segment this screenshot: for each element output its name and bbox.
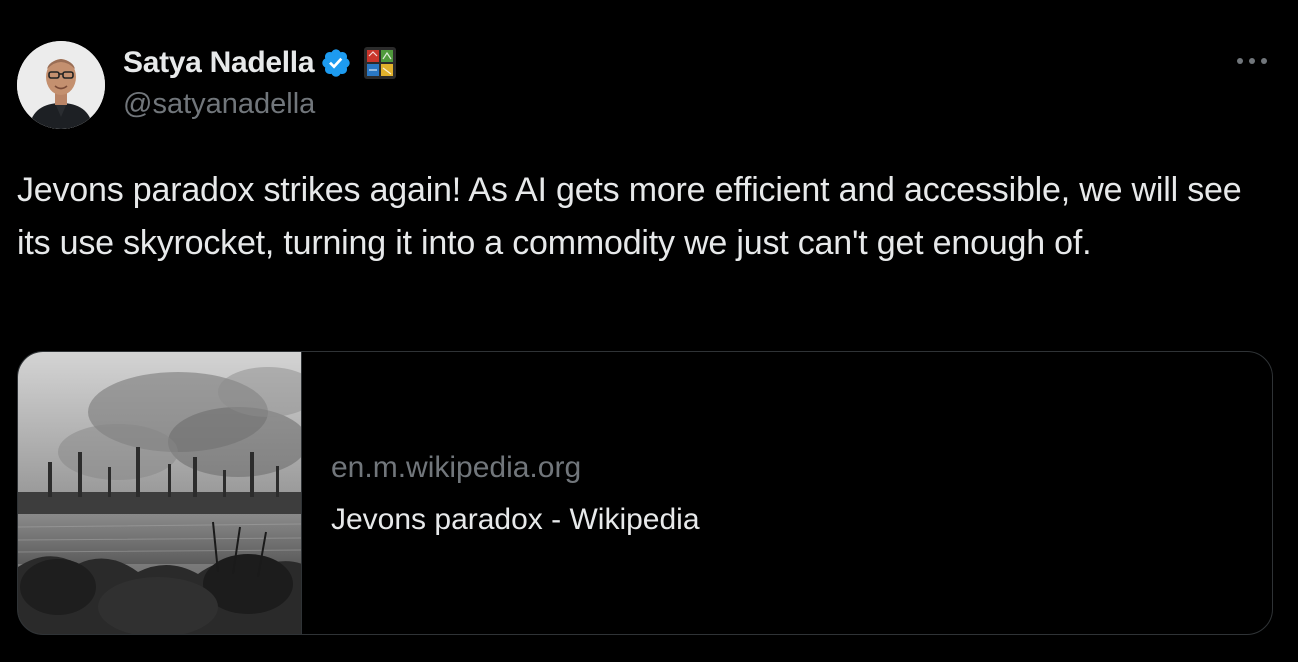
link-preview-card[interactable]: en.m.wikipedia.org Jevons paradox - Wiki… [17, 351, 1273, 635]
avatar-photo [17, 41, 105, 129]
author-handle[interactable]: @satyanadella [123, 88, 315, 121]
link-card-title: Jevons paradox - Wikipedia [331, 503, 700, 536]
author-display-name[interactable]: Satya Nadella [123, 46, 315, 80]
verified-badge-icon[interactable] [320, 47, 352, 79]
industrial-city-engraving [18, 352, 301, 634]
tweet-text: Jevons paradox strikes again! As AI gets… [17, 171, 1242, 262]
more-options-button[interactable] [1232, 46, 1272, 76]
author-name-row: Satya Nadella [123, 44, 397, 82]
link-card-image [18, 352, 302, 634]
tweet: Satya Nadella @satyanadella Jevons parad… [0, 0, 1298, 662]
microsoft-affiliate-icon[interactable] [364, 47, 397, 79]
more-options-icon [1237, 58, 1267, 64]
avatar[interactable] [17, 41, 105, 129]
link-card-domain: en.m.wikipedia.org [331, 451, 582, 484]
link-card-text: en.m.wikipedia.org Jevons paradox - Wiki… [331, 448, 700, 540]
